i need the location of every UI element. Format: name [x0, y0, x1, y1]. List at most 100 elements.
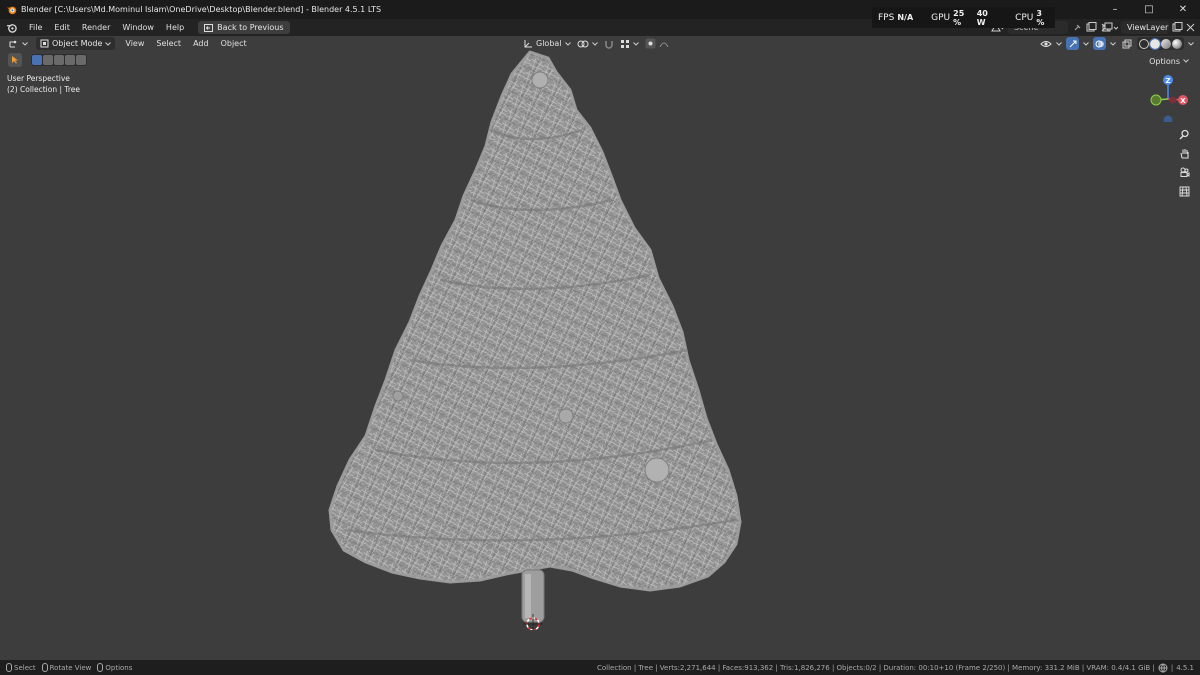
viewport-menu-add[interactable]: Add	[187, 39, 215, 48]
view-layer-icon[interactable]	[1102, 22, 1118, 33]
mouse-middle-icon	[41, 663, 48, 672]
back-to-previous-button[interactable]: Back to Previous	[198, 21, 290, 34]
globe-icon[interactable]	[1158, 663, 1168, 673]
menu-window[interactable]: Window	[116, 23, 160, 32]
chevron-down-icon	[632, 41, 639, 46]
overlays-icon	[1095, 40, 1104, 47]
zoom-button[interactable]	[1177, 127, 1192, 142]
neg-z-axis-handle[interactable]	[1163, 115, 1173, 123]
viewport-navigation-buttons	[1177, 127, 1192, 199]
z-axis-label: Z	[1165, 77, 1170, 85]
chevron-down-icon[interactable]	[1083, 41, 1089, 46]
view-layer-name: ViewLayer	[1127, 23, 1169, 32]
pan-button[interactable]	[1177, 146, 1192, 161]
navigation-gizmo[interactable]: Z X	[1144, 72, 1194, 122]
menu-file[interactable]: File	[23, 23, 48, 32]
grid-icon	[1179, 186, 1190, 197]
window-title: Blender [C:\Users\Md.Mominul Islam\OneDr…	[21, 5, 382, 14]
orientation-icon	[524, 39, 532, 47]
select-new-icon[interactable]	[32, 54, 42, 65]
viewport-info: User Perspective (2) Collection | Tree	[7, 73, 80, 95]
3d-viewport[interactable]: Object Mode View Select Add Object Globa…	[0, 36, 1200, 660]
select-extend-icon[interactable]	[43, 54, 53, 65]
status-bar: Select Rotate View Options Collection | …	[0, 660, 1200, 675]
3d-viewport-icon	[9, 40, 17, 47]
minimize-button[interactable]: –	[1098, 0, 1132, 19]
snap-grid-icon	[620, 39, 629, 48]
magnet-icon	[604, 40, 613, 49]
y-axis-handle[interactable]	[1150, 94, 1162, 106]
perspective-label: User Perspective	[7, 74, 70, 83]
shading-modes	[1137, 37, 1184, 50]
view-layer-field[interactable]: ViewLayer	[1121, 21, 1169, 34]
select-tool-button[interactable]	[8, 52, 22, 67]
object-mode-icon	[40, 39, 49, 48]
visibility-dropdown[interactable]	[1039, 37, 1052, 50]
close-button[interactable]: ✕	[1166, 0, 1200, 19]
proportional-edit-icon	[645, 38, 656, 49]
viewport-menu-select[interactable]: Select	[150, 39, 187, 48]
blender-logo-icon	[6, 6, 17, 15]
scene-statistics: Collection | Tree | Verts:2,271,644 | Fa…	[597, 660, 1194, 675]
viewport-right-tools	[1039, 37, 1194, 50]
mouse-right-icon	[97, 663, 104, 672]
chevron-down-icon[interactable]	[1110, 41, 1116, 46]
chevron-down-icon[interactable]	[1056, 41, 1062, 46]
chevron-down-icon	[22, 41, 28, 46]
chevron-down-icon	[564, 41, 571, 46]
proportional-editing-toggle[interactable]	[645, 38, 669, 49]
status-rotate-label: Rotate View	[49, 663, 92, 672]
overlays-toggle[interactable]	[1093, 37, 1106, 50]
gizmo-toggle[interactable]	[1066, 37, 1079, 50]
pivot-icon	[577, 40, 589, 47]
options-dropdown[interactable]: Options	[1144, 55, 1194, 67]
editor-type-selector[interactable]	[8, 39, 28, 49]
orientation-label: Global	[536, 39, 562, 48]
viewport-menu-view[interactable]: View	[119, 39, 150, 48]
status-separator: |	[1170, 663, 1174, 672]
camera-icon	[1180, 167, 1190, 177]
select-difference-icon[interactable]	[65, 54, 75, 65]
camera-view-button[interactable]	[1177, 165, 1192, 180]
selection-mode-group	[31, 53, 87, 66]
select-intersect-icon[interactable]	[76, 54, 86, 65]
menu-render[interactable]: Render	[76, 23, 116, 32]
status-hint-options: Options	[97, 663, 132, 672]
solid-shading-icon[interactable]	[1149, 37, 1161, 50]
select-subtract-icon[interactable]	[54, 54, 64, 65]
maximize-button[interactable]: □	[1132, 0, 1166, 19]
cursor-arrow-icon	[12, 56, 18, 64]
pivot-point-dropdown[interactable]	[577, 39, 598, 49]
pine-tree-model[interactable]	[320, 50, 750, 630]
performance-overlay: FPS N/A GPU 25 % 40 W CPU 3 %	[872, 7, 1055, 28]
tree-foliage	[328, 50, 742, 592]
chevron-down-icon[interactable]	[1188, 41, 1194, 46]
wireframe-shading-icon[interactable]	[1139, 38, 1149, 49]
transform-orientation-dropdown[interactable]: Global	[523, 39, 571, 49]
new-scene-icon[interactable]	[1086, 22, 1097, 33]
ortho-toggle-button[interactable]	[1177, 184, 1192, 199]
new-view-layer-icon[interactable]	[1172, 22, 1183, 33]
status-hint-rotate: Rotate View	[41, 663, 92, 672]
menu-help[interactable]: Help	[160, 23, 190, 32]
xray-toggle[interactable]	[1120, 37, 1133, 50]
fps-value: N/A	[897, 13, 914, 22]
viewport-header: Object Mode View Select Add Object Globa…	[0, 36, 1200, 51]
material-preview-shading-icon[interactable]	[1161, 38, 1171, 49]
back-to-previous-label: Back to Previous	[217, 23, 284, 32]
snap-toggle[interactable]	[604, 39, 614, 49]
xray-icon	[1122, 39, 1131, 48]
blender-menu-icon[interactable]	[6, 22, 17, 33]
chevron-down-icon	[105, 41, 112, 46]
chevron-down-icon	[591, 41, 598, 46]
snap-target-dropdown[interactable]	[620, 39, 639, 49]
delete-view-layer-icon[interactable]	[1186, 23, 1195, 32]
status-options-label: Options	[105, 663, 133, 672]
object-mode-dropdown[interactable]: Object Mode	[36, 37, 116, 50]
menu-edit[interactable]: Edit	[48, 23, 76, 32]
pin-icon[interactable]	[1072, 23, 1082, 33]
viewport-menu-object[interactable]: Object	[215, 39, 253, 48]
neg-x-axis-handle[interactable]	[1169, 96, 1177, 104]
back-icon	[204, 23, 214, 32]
rendered-shading-icon[interactable]	[1172, 38, 1182, 49]
